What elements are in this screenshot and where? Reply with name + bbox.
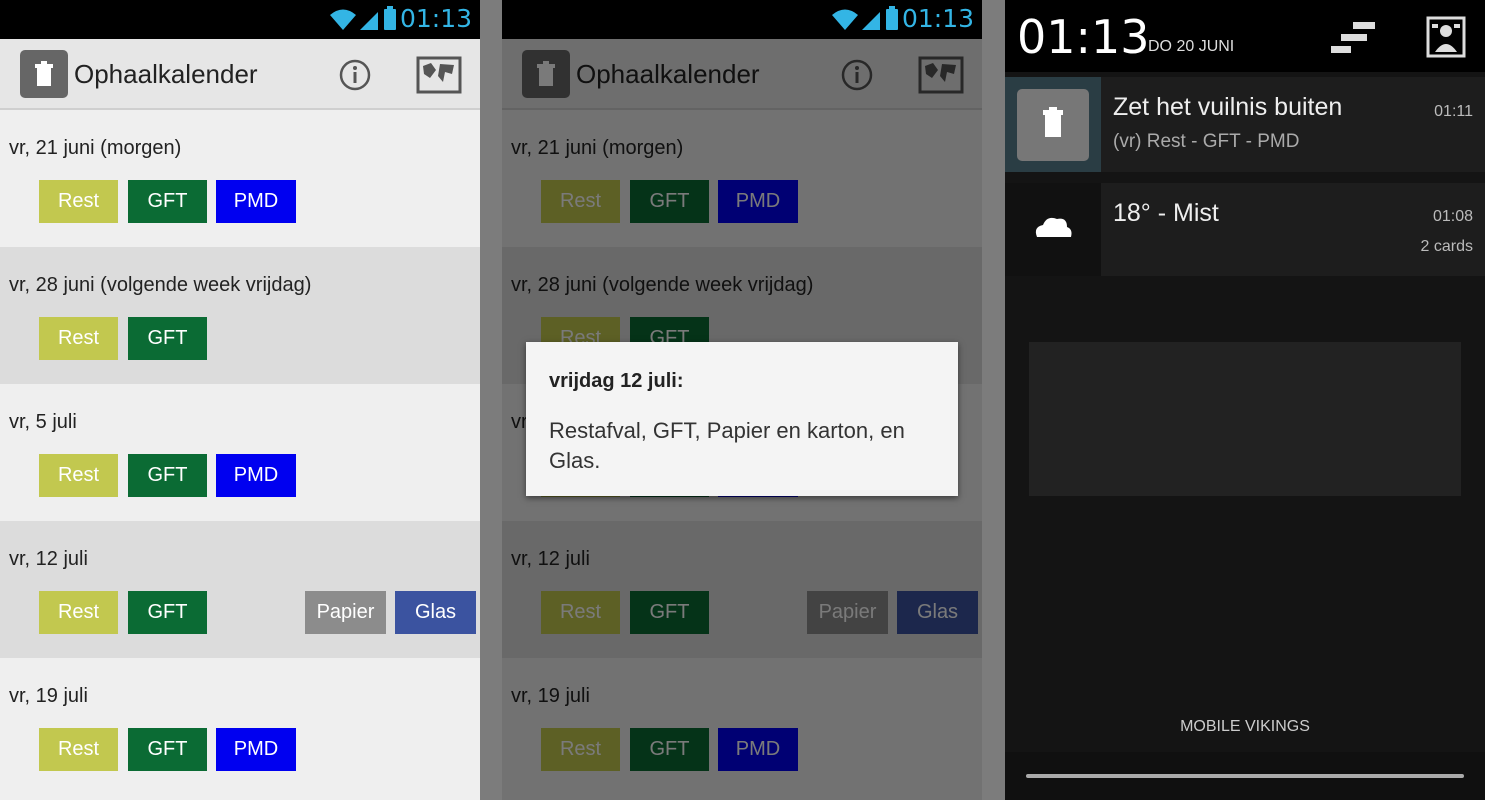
notification-shade: 01:13 DO 20 JUNI Zet het vuilnis buiten … (1005, 0, 1485, 800)
waste-chip-pmd: PMD (216, 728, 296, 771)
calendar-screen: 01:13 Ophaalkalender vr, 21 juni (morgen… (0, 0, 480, 800)
background-dialog-ghost (1029, 342, 1461, 496)
shade-header: 01:13 DO 20 JUNI (1005, 0, 1485, 72)
day-label: vr, 28 juni (volgende week vrijdag) (9, 274, 312, 296)
status-time: 01:13 (399, 4, 472, 33)
waste-chip-glas: Glas (395, 591, 476, 634)
notification-time: 01:11 (1434, 103, 1473, 120)
waste-chip-pap: Papier (305, 591, 386, 634)
waste-chip-rest: Rest (39, 728, 118, 771)
collection-day[interactable]: vr, 21 juni (morgen) RestGFTPMD (0, 110, 480, 247)
notification-card-count: 2 cards (1420, 238, 1473, 255)
waste-chip-rest: Rest (39, 591, 118, 634)
day-label: vr, 21 juni (morgen) (9, 137, 182, 159)
day-label: vr, 19 juli (9, 685, 88, 707)
status-time: 01:13 (901, 4, 974, 33)
wifi-signal-battery-icons (328, 6, 398, 37)
dialog-body: Restafval, GFT, Papier en karton, en Gla… (549, 418, 905, 473)
quick-settings-icon[interactable] (1331, 20, 1377, 61)
waste-chip-gft: GFT (128, 591, 207, 634)
collection-day[interactable]: vr, 28 juni (volgende week vrijdag) RestG… (0, 247, 480, 384)
trash-app-icon[interactable] (20, 50, 68, 98)
waste-chip-gft: GFT (128, 728, 207, 771)
waste-chip-rest: Rest (39, 317, 118, 360)
shade-time: 01:13 (1017, 10, 1150, 64)
notification-time: 01:08 (1432, 208, 1473, 225)
collection-day[interactable]: vr, 5 juli RestGFTPMD (0, 384, 480, 521)
shade-bottom-bar (1005, 752, 1485, 800)
notification-title: Zet het vuilnis buiten (1113, 93, 1343, 121)
cloud-icon (1005, 183, 1101, 276)
status-bar: 01:13 (502, 0, 982, 39)
action-bar: Ophaalkalender (0, 39, 480, 110)
waste-chip-pmd: PMD (216, 180, 296, 223)
trash-icon (1005, 77, 1101, 172)
info-icon[interactable] (338, 58, 372, 97)
carrier-label: MOBILE VIKINGS (1180, 718, 1310, 735)
day-label: vr, 12 juli (9, 548, 88, 570)
app-title: Ophaalkalender (74, 59, 258, 89)
day-detail-dialog: vrijdag 12 juli: Restafval, GFT, Papier … (526, 342, 958, 496)
waste-chip-gft: GFT (128, 317, 207, 360)
shade-drag-handle[interactable] (1026, 774, 1464, 778)
status-bar: 01:13 (0, 0, 480, 39)
day-label: vr, 5 juli (9, 411, 77, 433)
waste-chip-pmd: PMD (216, 454, 296, 497)
notification-subtitle: (vr) Rest - GFT - PMD (1113, 131, 1300, 152)
dialog-title: vrijdag 12 juli: (549, 370, 684, 392)
notification-title: 18° - Mist (1113, 199, 1219, 227)
wifi-signal-battery-icons (830, 6, 900, 37)
waste-chip-gft: GFT (128, 454, 207, 497)
notification-item[interactable]: Zet het vuilnis buiten (vr) Rest - GFT -… (1005, 77, 1485, 172)
collection-day[interactable]: vr, 19 juli RestGFTPMD (0, 658, 480, 795)
profile-icon[interactable] (1426, 16, 1466, 63)
collection-day[interactable]: vr, 12 juli RestGFT PapierGlas (0, 521, 480, 658)
calendar-screen-with-dialog: 01:13 Ophaalkalender vr, 21 juni (morgen… (502, 0, 982, 800)
notification-item[interactable]: 18° - Mist 01:08 2 cards (1005, 183, 1485, 276)
waste-chip-rest: Rest (39, 454, 118, 497)
waste-chip-rest: Rest (39, 180, 118, 223)
waste-chip-gft: GFT (128, 180, 207, 223)
shade-date: DO 20 JUNI (1148, 38, 1235, 55)
map-icon[interactable] (416, 56, 462, 99)
